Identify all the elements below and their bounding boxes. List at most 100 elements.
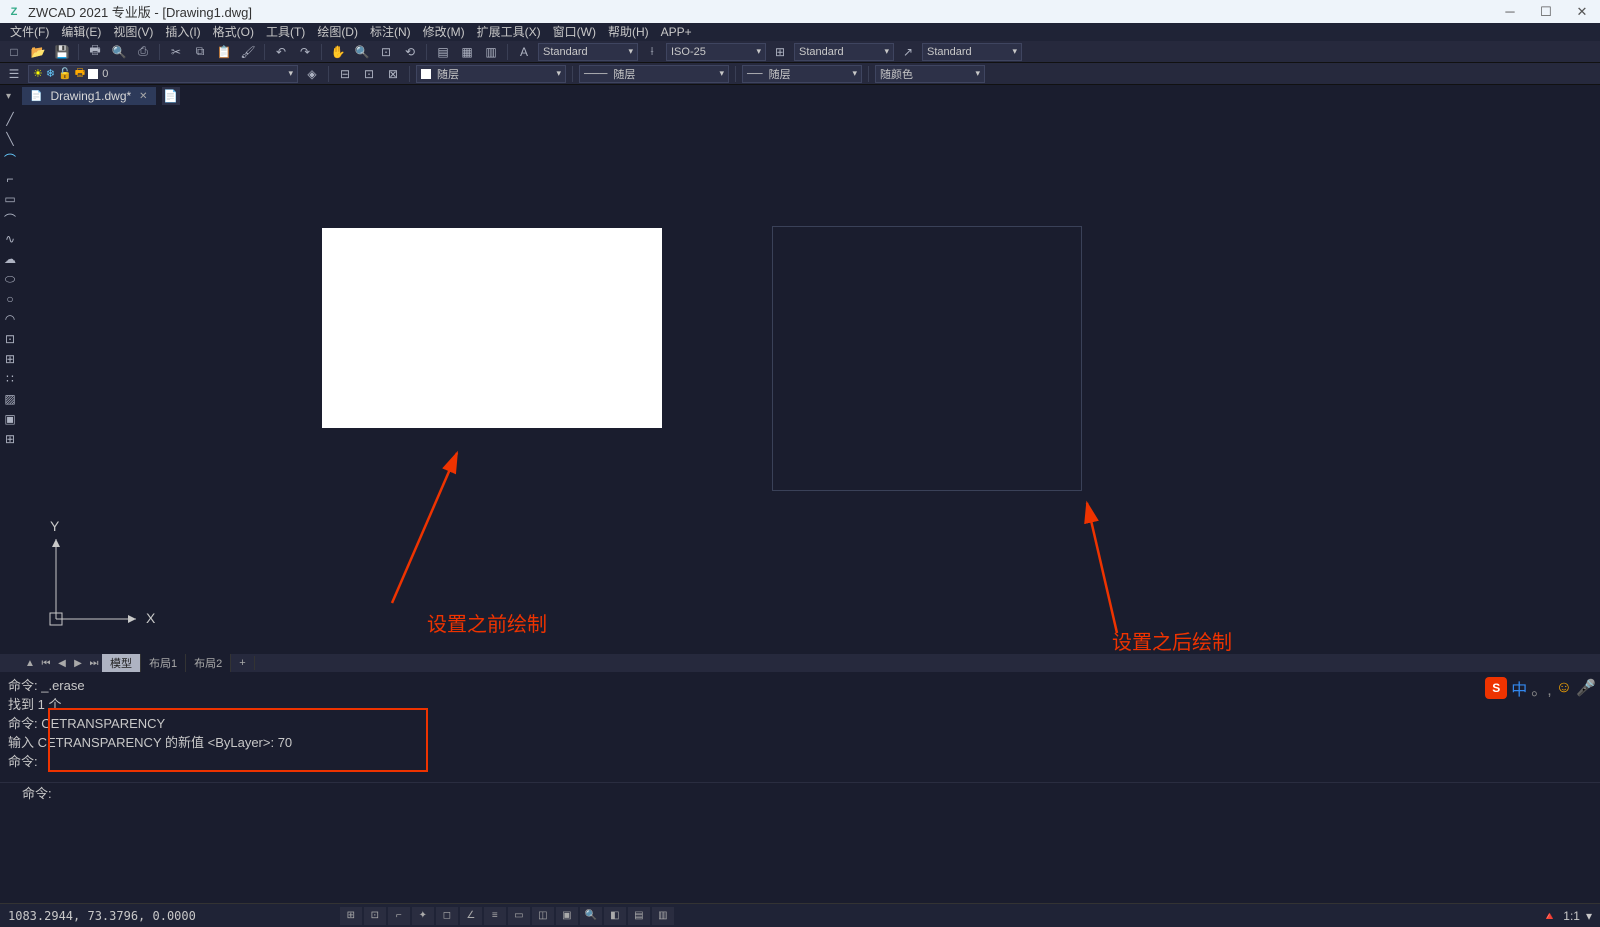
- dyn-toggle[interactable]: ▭: [508, 907, 530, 925]
- spline-icon[interactable]: ∿: [0, 230, 20, 248]
- grid-toggle[interactable]: ⊡: [364, 907, 386, 925]
- designctr-icon[interactable]: ▦: [457, 43, 477, 61]
- anno-scale-icon[interactable]: 🔺: [1542, 909, 1557, 923]
- hatch-icon[interactable]: ▨: [0, 390, 20, 408]
- model-toggle[interactable]: ▣: [556, 907, 578, 925]
- layerfrz-icon[interactable]: ⊡: [359, 65, 379, 83]
- color-combo[interactable]: 随颜色▾: [875, 65, 985, 83]
- extra-toggle1[interactable]: ◧: [604, 907, 626, 925]
- publish-icon[interactable]: ⎙: [133, 43, 153, 61]
- tablestyle-icon[interactable]: ⊞: [770, 43, 790, 61]
- command-input[interactable]: 命令:: [0, 782, 1600, 802]
- paste-icon[interactable]: 📋: [214, 43, 234, 61]
- lwt-toggle[interactable]: ≡: [484, 907, 506, 925]
- tab-add[interactable]: +: [231, 656, 254, 670]
- tablestyle-combo[interactable]: Standard▾: [794, 43, 894, 61]
- magnifier-toggle[interactable]: 🔍: [580, 907, 602, 925]
- rectangle-icon[interactable]: ▭: [0, 190, 20, 208]
- point-icon[interactable]: ∷: [0, 370, 20, 388]
- print-icon[interactable]: 🖶: [85, 43, 105, 61]
- tabnav-first-icon[interactable]: ▲: [22, 655, 38, 671]
- insert-icon[interactable]: ⊞: [0, 350, 20, 368]
- menu-view[interactable]: 视图(V): [107, 23, 159, 41]
- layeroff-icon[interactable]: ⊠: [383, 65, 403, 83]
- filetab-menu-icon[interactable]: ▾: [6, 91, 11, 102]
- mleaderstyle-icon[interactable]: ↗: [898, 43, 918, 61]
- filetab-drawing1[interactable]: 📄 Drawing1.dwg* ✕: [22, 87, 156, 105]
- textstyle-combo[interactable]: Standard▾: [538, 43, 638, 61]
- block-icon[interactable]: ⊡: [0, 330, 20, 348]
- new-icon[interactable]: □: [4, 43, 24, 61]
- menu-app[interactable]: APP+: [655, 23, 698, 41]
- new-tab-button[interactable]: 📄: [162, 87, 180, 105]
- circle-icon[interactable]: ○: [0, 290, 20, 308]
- ime-emoji-icon[interactable]: ☺: [1556, 679, 1572, 697]
- ortho-toggle[interactable]: ⌐: [388, 907, 410, 925]
- redo-icon[interactable]: ↷: [295, 43, 315, 61]
- arc2-icon[interactable]: ⌒: [0, 210, 20, 228]
- linetype-combo[interactable]: ───随层▾: [579, 65, 729, 83]
- zoom-win-icon[interactable]: ⊡: [376, 43, 396, 61]
- open-icon[interactable]: 📂: [28, 43, 48, 61]
- menu-help[interactable]: 帮助(H): [602, 23, 655, 41]
- snap-toggle[interactable]: ⊞: [340, 907, 362, 925]
- extra-toggle3[interactable]: ▥: [652, 907, 674, 925]
- dimstyle-icon[interactable]: ⟊: [642, 43, 662, 61]
- revcloud-icon[interactable]: ☁: [0, 250, 20, 268]
- menu-format[interactable]: 格式(O): [207, 23, 260, 41]
- tab-layout2[interactable]: 布局2: [186, 654, 231, 672]
- cycle-toggle[interactable]: ◫: [532, 907, 554, 925]
- otrack-toggle[interactable]: ∠: [460, 907, 482, 925]
- close-button[interactable]: ✕: [1564, 0, 1600, 23]
- statusbar-menu-icon[interactable]: ▾: [1586, 909, 1592, 923]
- menu-express[interactable]: 扩展工具(X): [471, 23, 547, 41]
- polar-toggle[interactable]: ✦: [412, 907, 434, 925]
- zoom-rt-icon[interactable]: 🔍: [352, 43, 372, 61]
- line-icon[interactable]: ╱: [0, 110, 20, 128]
- matchprop-icon[interactable]: 🖌: [238, 43, 258, 61]
- layerprev-icon[interactable]: ◈: [302, 65, 322, 83]
- menu-edit[interactable]: 编辑(E): [55, 23, 107, 41]
- menu-insert[interactable]: 插入(I): [159, 23, 206, 41]
- polyline-icon[interactable]: ⌐: [0, 170, 20, 188]
- ellipse-icon[interactable]: ⬭: [0, 270, 20, 288]
- menu-window[interactable]: 窗口(W): [547, 23, 602, 41]
- layermgr-icon[interactable]: ☰: [4, 65, 24, 83]
- menu-draw[interactable]: 绘图(D): [311, 23, 364, 41]
- region-icon[interactable]: ▣: [0, 410, 20, 428]
- tabnav-prevset-icon[interactable]: ⏮: [38, 655, 54, 671]
- ime-punct[interactable]: 。,: [1531, 676, 1551, 700]
- preview-icon[interactable]: 🔍: [109, 43, 129, 61]
- scale-readout[interactable]: 1:1: [1563, 909, 1580, 923]
- table-icon[interactable]: ⊞: [0, 430, 20, 448]
- menu-file[interactable]: 文件(F): [4, 23, 55, 41]
- dimstyle-combo[interactable]: ISO-25▾: [666, 43, 766, 61]
- tabnav-next-icon[interactable]: ▶: [70, 655, 86, 671]
- zoom-prev-icon[interactable]: ⟲: [400, 43, 420, 61]
- undo-icon[interactable]: ↶: [271, 43, 291, 61]
- ellipsearc-icon[interactable]: ◠: [0, 310, 20, 328]
- xline-icon[interactable]: ╲: [0, 130, 20, 148]
- lineweight-combo[interactable]: ──随层▾: [742, 65, 862, 83]
- sogou-icon[interactable]: S: [1485, 677, 1507, 699]
- tabnav-nextset-icon[interactable]: ⏭: [86, 655, 102, 671]
- textstyle-icon[interactable]: A: [514, 43, 534, 61]
- ime-lang[interactable]: 中: [1511, 676, 1527, 700]
- close-tab-icon[interactable]: ✕: [139, 91, 147, 102]
- arc-icon[interactable]: ⌒: [0, 150, 20, 168]
- pan-icon[interactable]: ✋: [328, 43, 348, 61]
- tab-layout1[interactable]: 布局1: [141, 654, 186, 672]
- tab-model[interactable]: 模型: [102, 654, 141, 672]
- menu-dimension[interactable]: 标注(N): [364, 23, 417, 41]
- layer-combo[interactable]: ☀❄🔓🖶0▾: [28, 65, 298, 83]
- copy-icon[interactable]: ⧉: [190, 43, 210, 61]
- multileader-combo[interactable]: Standard▾: [922, 43, 1022, 61]
- save-icon[interactable]: 💾: [52, 43, 72, 61]
- layer-dd-combo[interactable]: 随层▾: [416, 65, 566, 83]
- osnap-toggle[interactable]: ◻: [436, 907, 458, 925]
- toolpalette-icon[interactable]: ▥: [481, 43, 501, 61]
- minimize-button[interactable]: ─: [1492, 0, 1528, 23]
- layeriso-icon[interactable]: ⊟: [335, 65, 355, 83]
- ime-mic-icon[interactable]: 🎤: [1576, 678, 1596, 698]
- cut-icon[interactable]: ✂: [166, 43, 186, 61]
